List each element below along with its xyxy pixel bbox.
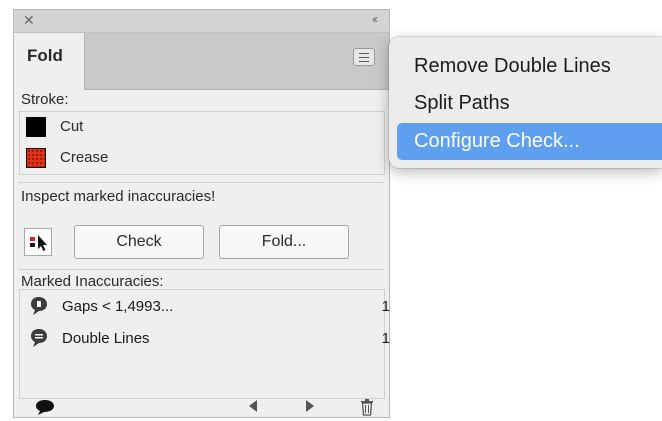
hamburger-icon-line <box>359 57 369 58</box>
next-icon[interactable] <box>304 399 316 418</box>
stroke-cut-label: Cut <box>60 118 84 135</box>
panel-menu-button[interactable] <box>353 48 375 66</box>
list-item[interactable]: Double Lines 1 <box>20 326 390 353</box>
crease-swatch[interactable] <box>26 148 46 168</box>
inaccuracy-label: Gaps < 1,4993... <box>62 298 174 315</box>
panel-title-bar: ✕ ‹‹ <box>14 10 389 33</box>
fold-button[interactable]: Fold... <box>219 225 349 259</box>
tab-fold[interactable]: Fold <box>14 33 85 90</box>
inaccuracies-list: Gaps < 1,4993... 1 Double Lines 1 <box>19 289 390 399</box>
panel-tab-row: Fold <box>14 33 389 90</box>
stroke-list: Cut Crease <box>19 111 385 175</box>
panel-flyout-menu: Remove Double Lines Split Paths Configur… <box>389 37 662 168</box>
marked-inaccuracies-label: Marked Inaccuracies: <box>21 273 164 290</box>
divider <box>19 269 384 270</box>
inaccuracy-count: 1 <box>381 330 390 347</box>
hamburger-icon <box>359 53 369 54</box>
hamburger-icon-line <box>359 61 369 62</box>
fold-panel: ✕ ‹‹ Fold Stroke: Cut Crease Inspect mar… <box>13 9 390 418</box>
cut-swatch[interactable] <box>26 117 46 137</box>
list-item[interactable]: Gaps < 1,4993... 1 <box>20 294 390 321</box>
inaccuracy-count: 1 <box>381 298 390 315</box>
stroke-label: Stroke: <box>21 91 69 108</box>
panel-content: Stroke: Cut Crease Inspect marked inaccu… <box>14 90 390 417</box>
close-icon[interactable]: ✕ <box>23 12 35 29</box>
comment-marker-icon <box>28 327 50 353</box>
inspect-label: Inspect marked inaccuracies! <box>21 188 216 205</box>
inaccuracy-label: Double Lines <box>62 330 150 347</box>
collapse-panel-icon[interactable]: ‹‹ <box>372 12 378 26</box>
panel-footer <box>14 397 389 417</box>
comment-marker-icon <box>28 295 50 321</box>
menu-item-configure-check[interactable]: Configure Check... <box>397 123 662 160</box>
divider <box>19 182 384 183</box>
menu-item-split-paths[interactable]: Split Paths <box>397 85 662 122</box>
previous-icon[interactable] <box>247 399 259 418</box>
stroke-crease-label: Crease <box>60 149 109 166</box>
menu-item-remove-double-lines[interactable]: Remove Double Lines <box>397 48 662 85</box>
select-marker-tool[interactable] <box>24 228 52 256</box>
check-button[interactable]: Check <box>74 225 204 259</box>
selection-arrow-icon <box>30 235 47 251</box>
